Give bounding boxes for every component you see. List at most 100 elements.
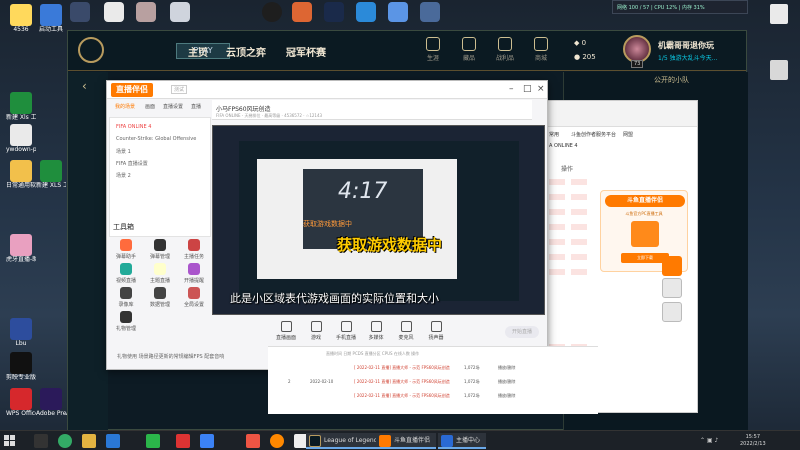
desktop-file-icon[interactable] [770, 60, 788, 80]
bookmark-item[interactable]: 斗鱼创作者服务平台 [571, 131, 616, 138]
tool-button[interactable]: 视频直播 [111, 263, 141, 284]
row-action-button[interactable] [571, 224, 587, 230]
maximize-icon[interactable]: □ [523, 84, 532, 94]
wechat-icon[interactable] [146, 434, 160, 448]
start-live-button[interactable]: 开始直播 [505, 326, 539, 338]
desktop-shortcut-icon[interactable] [420, 2, 440, 22]
windows-start-icon[interactable] [4, 435, 16, 447]
desktop-shortcut[interactable]: Adobe Premiere [36, 388, 66, 417]
desktop-shortcut-icon[interactable] [388, 2, 408, 22]
folder-icon[interactable] [82, 434, 96, 448]
tool-button[interactable]: 主播任务 [179, 239, 209, 260]
desktop-shortcut-icon[interactable] [136, 2, 156, 22]
row-link[interactable]: [ 2022-02-11 直播] 直播大师 - 示范 FPS60风玩创造 [354, 365, 450, 371]
row-action-button[interactable] [549, 179, 565, 185]
player-avatar[interactable] [623, 35, 651, 63]
store-button[interactable]: 商城 [530, 37, 552, 62]
store-label: 商城 [534, 55, 547, 62]
desktop-shortcut-icon[interactable] [104, 2, 124, 22]
tab-settings[interactable]: 直播设置 [163, 103, 183, 110]
speaker-button[interactable]: 扬声器 [422, 321, 450, 341]
taskbar-app-league[interactable]: League of Legends [306, 433, 387, 449]
scene-item[interactable]: FIFA 直播设置 [116, 160, 148, 167]
nav-home[interactable]: 主页 [188, 44, 208, 59]
desktop-shortcut[interactable]: 启动工具 [36, 4, 66, 33]
desktop-shortcut[interactable]: 新建 XLS 工作表 [36, 160, 66, 189]
desktop-shortcut-icon[interactable] [170, 2, 190, 22]
row-link[interactable]: [ 2022-02-11 直播] 直播大师 - 示范 FPS60风玩创造 [354, 393, 450, 399]
row-action-button[interactable] [571, 179, 587, 185]
close-icon[interactable]: × [537, 84, 545, 94]
tab-live[interactable]: 直播 [191, 103, 201, 110]
collection-button[interactable]: 藏品 [458, 37, 480, 62]
mic-button[interactable]: 麦克风 [392, 321, 420, 341]
minimize-icon[interactable]: – [509, 84, 514, 94]
row-action-button[interactable] [571, 194, 587, 200]
tool-button[interactable]: 数据管理 [145, 287, 175, 308]
row-action-button[interactable] [549, 269, 565, 275]
taskbar-app-assistant[interactable]: 斗鱼直播伴侣 [376, 433, 437, 449]
taskbar-clock[interactable]: 15:57 2022/2/13 [740, 434, 766, 448]
row-link[interactable]: [ 2022-02-11 直播] 直播大师 - 示范 FPS60风玩创造 [354, 379, 450, 385]
desktop-shortcut[interactable]: 4536 [6, 4, 36, 33]
desktop-shortcut[interactable]: 剪映专业版 [6, 352, 36, 381]
nav-tft[interactable]: 云顶之弈 [226, 44, 266, 59]
video-button[interactable]: 多媒体 [362, 321, 390, 341]
tool-button[interactable]: 全局设置 [179, 287, 209, 308]
home-icon[interactable] [662, 278, 682, 298]
desktop-shortcut-icon[interactable] [70, 2, 90, 22]
row-action-button[interactable] [571, 239, 587, 245]
bookmark-item[interactable]: 常用 [549, 131, 559, 138]
tool-button[interactable]: 主题直播 [145, 263, 175, 284]
loot-button[interactable]: 战利品 [494, 37, 516, 62]
row-action-button[interactable] [549, 239, 565, 245]
row-action-button[interactable] [549, 254, 565, 260]
camera-button[interactable]: 直播画面 [272, 321, 300, 341]
desktop-shortcut[interactable]: 虎牙直播-助手 [6, 234, 36, 263]
row-action-button[interactable] [571, 209, 587, 215]
desktop-file-icon[interactable] [770, 4, 788, 24]
settings-icon[interactable] [662, 302, 682, 322]
row-action-button[interactable] [571, 254, 587, 260]
desktop-shortcut-icon[interactable] [356, 2, 376, 22]
app-icon[interactable] [200, 434, 214, 448]
desktop-shortcut-icon[interactable] [262, 2, 282, 22]
row-action-button[interactable] [549, 209, 565, 215]
tab-scenes[interactable]: 我的场景 [115, 103, 135, 110]
bookmark-item[interactable]: 网盟 [623, 131, 633, 138]
desktop-shortcut[interactable]: 新建 Xls 工作表 [6, 92, 36, 121]
scene-item[interactable]: FIFA ONLINE 4 [116, 124, 151, 130]
scene-item[interactable]: 场景 1 [116, 148, 131, 155]
desktop-shortcut[interactable]: Lbu [6, 318, 36, 347]
phone-button[interactable]: 手机直播 [332, 321, 360, 341]
search-icon[interactable] [34, 434, 48, 448]
app-icon[interactable] [176, 434, 190, 448]
tab-canvas[interactable]: 画面 [145, 103, 155, 110]
row-action-button[interactable] [549, 194, 565, 200]
game-button[interactable]: 游戏 [302, 321, 330, 341]
play-video-icon[interactable] [662, 256, 682, 276]
profile-button[interactable]: 生涯 [422, 37, 444, 62]
tray-icons[interactable]: ⌃ ▣ ♪ [700, 437, 718, 444]
tool-button[interactable]: 弹幕管理 [145, 239, 175, 260]
taskbar-app-host[interactable]: 主播中心 [438, 433, 487, 449]
tool-button[interactable]: 弹幕助手 [111, 239, 141, 260]
app-icon[interactable] [246, 434, 260, 448]
desktop-shortcut[interactable]: 日常通用软件 [6, 160, 36, 189]
desktop-shortcut[interactable]: ywdown-pc [6, 124, 36, 153]
back-arrow-icon[interactable]: ‹ [82, 79, 87, 93]
desktop-shortcut-icon[interactable] [292, 2, 312, 22]
tool-button[interactable]: 礼物管理 [111, 311, 141, 332]
row-action-button[interactable] [549, 224, 565, 230]
scene-item[interactable]: Counter-Strike: Global Offensive [116, 136, 196, 142]
scene-item[interactable]: 场景 2 [116, 172, 131, 179]
edge-icon[interactable] [58, 434, 72, 448]
desktop-shortcut[interactable]: WPS Office [6, 388, 36, 417]
row-action-button[interactable] [571, 269, 587, 275]
firefox-icon[interactable] [270, 434, 284, 448]
nav-clash[interactable]: 冠军杯赛 [286, 44, 326, 59]
app-icon[interactable] [106, 434, 120, 448]
tool-button[interactable]: 开播提醒 [179, 263, 209, 284]
desktop-shortcut-icon[interactable] [324, 2, 344, 22]
tool-button[interactable]: 录像库 [111, 287, 141, 308]
